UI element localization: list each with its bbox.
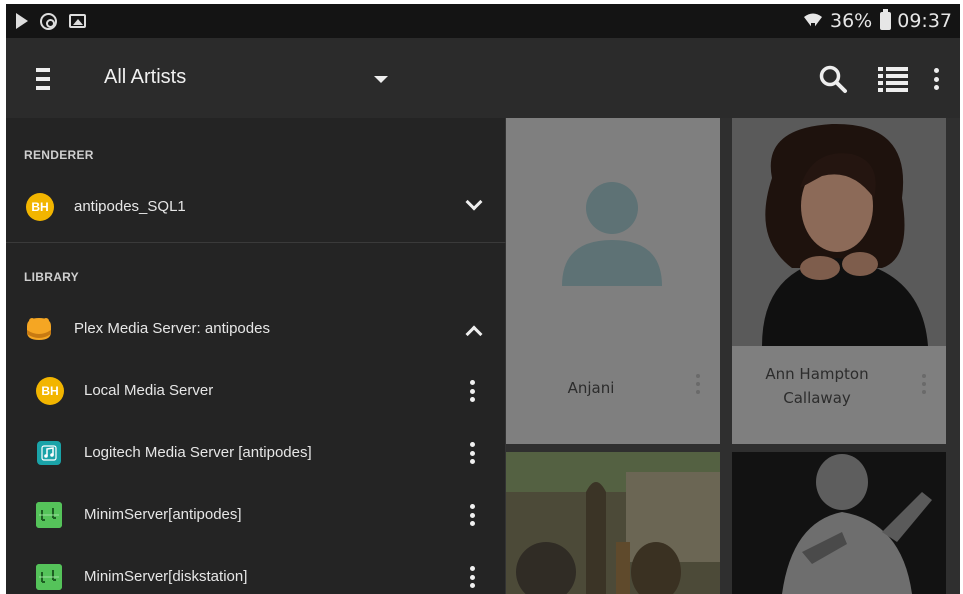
image-notification-icon — [69, 14, 86, 28]
library-item-local-media-server[interactable]: BH Local Media Server — [6, 360, 506, 422]
library-section-header: LIBRARY — [24, 270, 79, 284]
artist-photo — [732, 452, 946, 594]
sync-notification-icon — [40, 12, 57, 30]
library-item-minimserver-antipodes[interactable]: MinimServer[antipodes] — [6, 484, 506, 546]
chevron-up-icon[interactable] — [465, 325, 483, 343]
renderer-row[interactable]: BH antipodes_SQL1 — [6, 176, 506, 238]
bubbleupnp-icon: BH — [36, 377, 64, 405]
item-menu-icon[interactable] — [469, 442, 475, 464]
battery-percent: 36% — [830, 10, 873, 32]
item-menu-icon[interactable] — [469, 504, 475, 526]
navigation-drawer: RENDERER BH antipodes_SQL1 LIBRARY Plex … — [6, 118, 506, 594]
library-item-label: Plex Media Server: antipodes — [74, 320, 270, 337]
artist-name: Ann Hampton Callaway — [765, 365, 869, 407]
person-placeholder-icon — [562, 182, 662, 286]
item-menu-icon[interactable] — [469, 380, 475, 402]
library-item-label: Logitech Media Server [antipodes] — [84, 444, 312, 461]
list-view-icon[interactable] — [878, 66, 908, 92]
artist-menu-icon[interactable] — [922, 374, 926, 394]
app-frame: 36% 09:37 All Artists RENDERER BH antipo… — [6, 4, 960, 594]
artist-card[interactable]: Ann Hampton Callaway — [732, 118, 946, 444]
artist-menu-icon[interactable] — [696, 374, 700, 394]
library-item-minimserver-diskstation[interactable]: MinimServer[diskstation] — [6, 546, 506, 594]
view-selector-label[interactable]: All Artists — [104, 66, 186, 89]
battery-icon — [880, 9, 892, 30]
artist-name: Anjani — [567, 379, 615, 397]
app-toolbar: All Artists — [6, 38, 960, 118]
clock: 09:37 — [897, 10, 952, 32]
artist-photo — [732, 118, 946, 346]
renderer-section-header: RENDERER — [24, 148, 94, 162]
artist-photo — [506, 452, 720, 594]
library-item-label: MinimServer[diskstation] — [84, 568, 248, 585]
status-bar: 36% 09:37 — [6, 4, 960, 38]
item-menu-icon[interactable] — [469, 566, 475, 588]
minim-icon — [36, 564, 62, 590]
drawer-menu-icon[interactable] — [36, 68, 50, 90]
chevron-down-icon[interactable] — [465, 193, 483, 211]
play-notification-icon — [16, 13, 28, 29]
library-item-plex[interactable]: Plex Media Server: antipodes — [6, 298, 506, 360]
plex-icon — [27, 318, 51, 340]
library-item-label: MinimServer[antipodes] — [84, 506, 242, 523]
overflow-menu-icon[interactable] — [928, 64, 944, 94]
library-item-label: Local Media Server — [84, 382, 214, 399]
dropdown-arrow-icon[interactable] — [374, 76, 388, 83]
search-icon[interactable] — [818, 64, 848, 94]
renderer-label: antipodes_SQL1 — [74, 198, 186, 215]
artist-card[interactable]: Anjani — [506, 118, 720, 444]
wifi-icon — [804, 13, 822, 30]
artist-placeholder-image — [506, 118, 720, 346]
drawer-divider — [6, 242, 506, 243]
artist-card[interactable] — [732, 452, 946, 594]
library-item-logitech-media-server[interactable]: Logitech Media Server [antipodes] — [6, 422, 506, 484]
bubbleupnp-icon: BH — [26, 193, 54, 221]
logitech-music-icon — [37, 441, 61, 465]
artist-grid: Anjani Ann Hampton Callaway — [506, 118, 960, 594]
minim-icon — [36, 502, 62, 528]
artist-card[interactable] — [506, 452, 720, 594]
